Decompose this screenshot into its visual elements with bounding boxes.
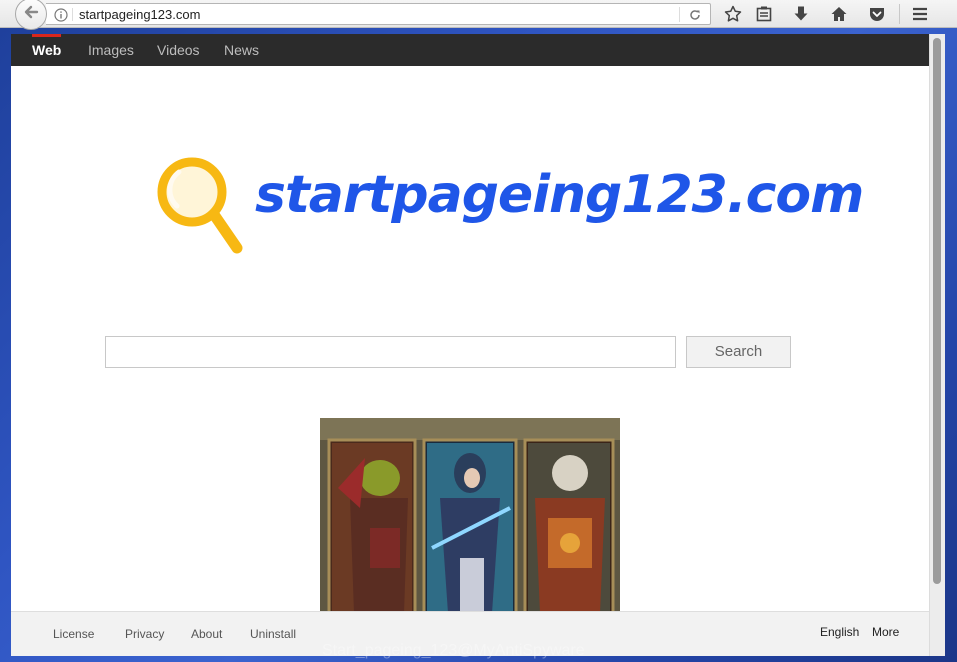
clipboard-icon[interactable] [755, 5, 773, 23]
toolbar-separator [899, 4, 900, 24]
reload-separator [679, 7, 680, 22]
page-viewport: Web Images Videos News startpageing123.c… [11, 34, 929, 656]
reload-icon[interactable] [688, 7, 702, 26]
search-button[interactable]: Search [686, 336, 791, 368]
footer-link-about[interactable]: About [191, 627, 222, 641]
star-icon[interactable] [724, 5, 742, 23]
url-bar[interactable]: startpageing123.com [46, 3, 711, 25]
pocket-icon[interactable] [868, 5, 886, 23]
tab-web[interactable]: Web [32, 34, 62, 66]
hamburger-menu-icon[interactable] [911, 5, 929, 23]
tab-videos[interactable]: Videos [157, 34, 200, 66]
back-arrow-icon [23, 4, 39, 24]
browser-toolbar: startpageing123.com [0, 0, 957, 30]
game-ad-banner[interactable] [320, 418, 620, 613]
language-link[interactable]: English [820, 625, 859, 639]
back-button[interactable] [15, 0, 47, 30]
download-arrow-icon[interactable] [792, 5, 810, 23]
scrollbar-thumb[interactable] [933, 38, 941, 584]
more-link[interactable]: More [872, 625, 899, 639]
watermark-text: Start_pageing_123@MyAntiSpyware [322, 642, 585, 659]
search-input[interactable] [105, 336, 676, 368]
url-text[interactable]: startpageing123.com [79, 7, 200, 22]
top-nav: Web Images Videos News [11, 34, 929, 66]
info-icon[interactable] [54, 7, 68, 26]
footer-link-license[interactable]: License [53, 627, 94, 641]
site-logo-text: startpageing123.com [255, 165, 864, 225]
tab-images[interactable]: Images [88, 34, 134, 66]
url-separator [72, 8, 73, 21]
vertical-scrollbar[interactable] [929, 34, 945, 656]
home-icon[interactable] [830, 5, 848, 23]
footer-link-uninstall[interactable]: Uninstall [250, 627, 296, 641]
footer-link-privacy[interactable]: Privacy [125, 627, 164, 641]
magnifier-logo-icon [149, 154, 245, 262]
tab-news[interactable]: News [224, 34, 259, 66]
